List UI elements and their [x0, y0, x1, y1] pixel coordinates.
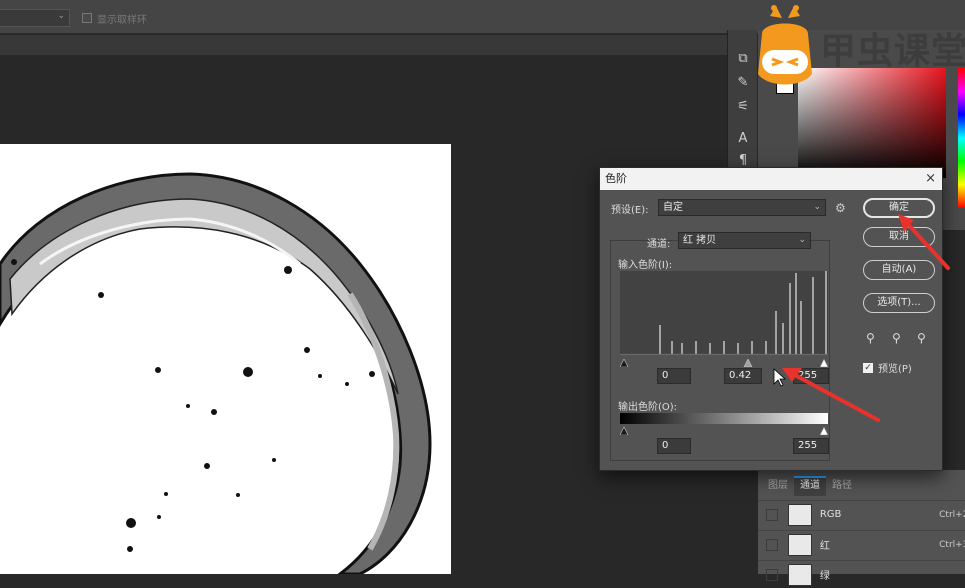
- channel-thumbnail: [787, 563, 812, 586]
- histogram: [620, 271, 828, 356]
- channel-thumbnail: [787, 533, 812, 556]
- input-gamma-field[interactable]: 0.42: [724, 368, 762, 384]
- channel-shortcut: Ctrl+2: [939, 509, 965, 520]
- black-point-handle: [619, 358, 629, 368]
- channels-panel-tabs: 图层 通道 路径: [762, 476, 858, 496]
- channel-thumbnail: [787, 503, 812, 526]
- output-white-field[interactable]: 255: [793, 438, 829, 454]
- channel-shortcut: Ctrl+3: [939, 539, 965, 550]
- brand-mascot-logo: [752, 4, 818, 90]
- adjust-sliders-icon[interactable]: ⚟: [734, 98, 752, 116]
- chevron-down-icon: ⌄: [57, 11, 65, 21]
- black-eyedropper-icon[interactable]: ⚲: [866, 331, 875, 345]
- chevron-down-icon: ⌄: [813, 202, 821, 212]
- histogram-graph: [620, 271, 828, 356]
- channel-row-rgb[interactable]: RGB Ctrl+2: [758, 500, 965, 528]
- preset-value: 自定: [663, 202, 683, 213]
- input-slider-track: [619, 358, 829, 368]
- preview-label: 预览(P): [878, 364, 912, 375]
- sample-size-select[interactable]: ⌄: [0, 9, 70, 27]
- color-picker-field[interactable]: [798, 68, 946, 178]
- history-icon[interactable]: ⧉: [734, 50, 752, 68]
- hue-slider[interactable]: [958, 68, 965, 208]
- output-white-handle: [819, 426, 829, 436]
- channel-name: RGB: [819, 509, 842, 520]
- output-black-field[interactable]: 0: [657, 438, 691, 454]
- cancel-button[interactable]: 取消: [863, 227, 935, 247]
- dialog-title: 色阶: [600, 168, 942, 190]
- tab-layers[interactable]: 图层: [762, 476, 794, 496]
- show-ring-checkbox[interactable]: [82, 13, 92, 23]
- channel-dropdown[interactable]: 红 拷贝 ⌄: [678, 232, 811, 249]
- water-splash-artwork: [0, 172, 432, 574]
- tab-channels[interactable]: 通道: [794, 476, 826, 496]
- channel-label: 通道:: [647, 239, 671, 250]
- chevron-down-icon: ⌄: [798, 235, 806, 245]
- visibility-toggle[interactable]: [766, 538, 778, 551]
- visibility-toggle[interactable]: [766, 568, 778, 581]
- levels-dialog: 色阶 × 预设(E): 自定 ⌄ ⚙ 通道: 红 拷贝 ⌄ 输入色阶(I): 0…: [599, 167, 943, 471]
- character-icon[interactable]: A: [734, 130, 752, 148]
- output-levels-slider[interactable]: [619, 425, 829, 436]
- preset-label: 预设(E):: [611, 205, 649, 216]
- channel-row-green[interactable]: 绿: [758, 560, 965, 588]
- white-eyedropper-icon[interactable]: ⚲: [917, 331, 926, 345]
- document-tab-bar: [0, 35, 728, 55]
- document-canvas[interactable]: [0, 144, 451, 574]
- show-sampling-ring-option[interactable]: 显示取样环: [82, 10, 147, 26]
- channel-value: 红 拷贝: [683, 235, 717, 246]
- show-ring-label: 显示取样环: [97, 14, 147, 26]
- output-gradient-bar: [620, 413, 828, 424]
- preview-checkbox[interactable]: ✓: [863, 362, 873, 373]
- close-icon[interactable]: ×: [925, 168, 936, 190]
- input-levels-label: 输入色阶(I):: [618, 260, 673, 271]
- gear-icon[interactable]: ⚙: [835, 201, 846, 215]
- gray-eyedropper-icon[interactable]: ⚲: [892, 331, 901, 345]
- output-black-handle: [619, 426, 629, 436]
- tab-paths[interactable]: 路径: [826, 476, 858, 496]
- preview-option[interactable]: ✓ 预览(P): [863, 360, 912, 375]
- output-slider-track: [619, 426, 829, 436]
- ok-button[interactable]: 确定: [863, 198, 935, 218]
- visibility-toggle[interactable]: [766, 508, 778, 521]
- brand-logo-text: 甲虫课堂: [820, 31, 965, 72]
- white-point-handle: [819, 358, 829, 368]
- preset-dropdown[interactable]: 自定 ⌄: [658, 199, 826, 216]
- input-white-field[interactable]: 255: [793, 368, 829, 384]
- gamma-handle: [743, 358, 753, 368]
- channel-name: 红: [819, 541, 830, 552]
- auto-button[interactable]: 自动(A): [863, 260, 935, 280]
- input-levels-slider[interactable]: [619, 357, 829, 368]
- channel-name: 绿: [819, 571, 830, 582]
- input-black-field[interactable]: 0: [657, 368, 691, 384]
- options-button[interactable]: 选项(T)...: [863, 293, 935, 313]
- mascot-icon: [758, 5, 812, 85]
- channel-row-red[interactable]: 红 Ctrl+3: [758, 530, 965, 558]
- output-levels-label: 输出色阶(O):: [618, 402, 678, 413]
- brush-icon[interactable]: ✎: [734, 74, 752, 92]
